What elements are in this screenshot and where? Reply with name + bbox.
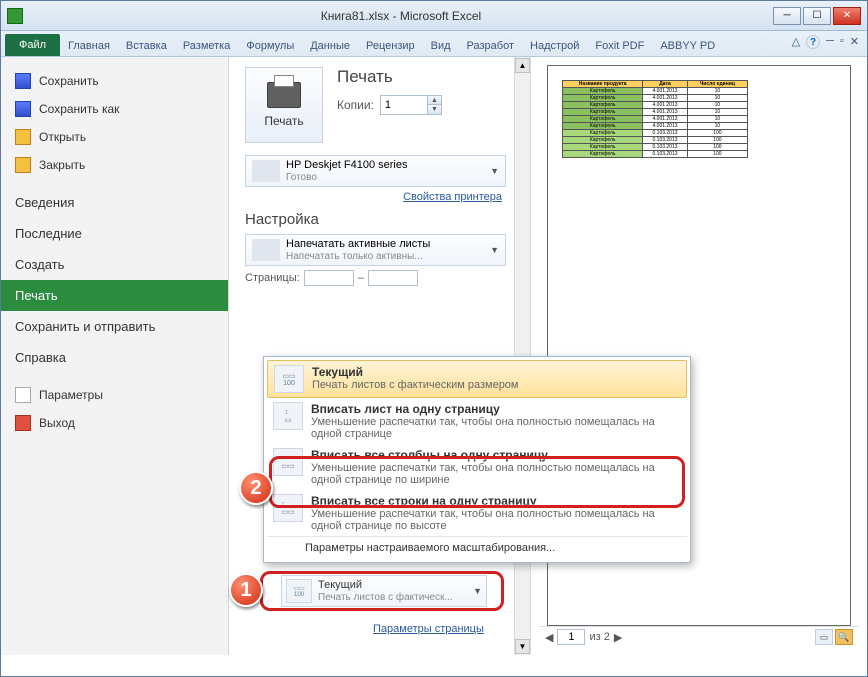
- open-icon: [15, 129, 31, 145]
- scale-actual-icon: ▭▭100: [286, 579, 312, 603]
- chevron-down-icon: ▼: [490, 166, 499, 176]
- spin-up[interactable]: ▲: [427, 96, 441, 105]
- tab-abbyy[interactable]: ABBYY PD: [652, 36, 723, 56]
- annotation-badge-1: 1: [229, 573, 263, 607]
- pages-range-row: Страницы: –: [245, 270, 506, 286]
- sidebar-info[interactable]: Сведения: [1, 187, 228, 218]
- scale-fit-columns-icon: ↔▭▭: [273, 448, 303, 476]
- tab-developer[interactable]: Разработ: [459, 36, 522, 56]
- copies-label: Копии:: [337, 98, 374, 112]
- sidebar-help[interactable]: Справка: [1, 342, 228, 373]
- tab-data[interactable]: Данные: [302, 36, 358, 56]
- scale-custom-link[interactable]: Параметры настраиваемого масштабирования…: [267, 536, 687, 559]
- tab-view[interactable]: Вид: [423, 36, 459, 56]
- page-number-input[interactable]: [557, 629, 585, 645]
- scale-option-fit-columns[interactable]: ↔▭▭ Вписать все столбцы на одну страницу…: [267, 444, 687, 490]
- page-setup-link[interactable]: Параметры страницы: [373, 623, 484, 635]
- window-title: Книга81.xlsx - Microsoft Excel: [29, 9, 773, 23]
- print-sheets-icon: [252, 239, 280, 261]
- chevron-down-icon: ▼: [490, 245, 499, 255]
- printer-properties-link[interactable]: Свойства принтера: [249, 191, 502, 203]
- chevron-down-icon: ▼: [473, 586, 482, 596]
- tab-file[interactable]: Файл: [5, 34, 60, 56]
- spin-down[interactable]: ▼: [427, 105, 441, 114]
- title-bar: Книга81.xlsx - Microsoft Excel ─ ☐ ✕: [1, 1, 867, 31]
- scale-option-actual[interactable]: ▭▭100 ТекущийПечать листов с фактическим…: [267, 360, 687, 398]
- ribbon-min-icon[interactable]: △: [792, 35, 800, 49]
- sidebar-recent[interactable]: Последние: [1, 218, 228, 249]
- sidebar-exit[interactable]: Выход: [1, 409, 228, 437]
- sidebar-share[interactable]: Сохранить и отправить: [1, 311, 228, 342]
- tab-home[interactable]: Главная: [60, 36, 118, 56]
- scroll-up-icon[interactable]: ▲: [515, 58, 530, 73]
- minimize-button[interactable]: ─: [773, 7, 801, 25]
- pages-from-input[interactable]: [304, 270, 354, 286]
- doc-restore-icon[interactable]: ▫: [840, 35, 844, 49]
- sidebar-saveas[interactable]: Сохранить как: [1, 95, 228, 123]
- preview-table: Название продуктаДатаЧисло единиц Картоф…: [562, 80, 748, 158]
- scroll-down-icon[interactable]: ▼: [515, 639, 530, 654]
- printer-device-icon: [252, 160, 280, 182]
- print-what-selector[interactable]: Напечатать активные листыНапечатать толь…: [245, 234, 506, 266]
- zoom-toggle[interactable]: 🔍: [835, 629, 853, 645]
- close-button[interactable]: ✕: [833, 7, 861, 25]
- sidebar-options[interactable]: Параметры: [1, 381, 228, 409]
- maximize-button[interactable]: ☐: [803, 7, 831, 25]
- print-button[interactable]: Печать: [245, 67, 323, 143]
- page-of-label: из 2: [589, 631, 609, 643]
- copies-spinner[interactable]: ▲▼: [380, 95, 442, 115]
- close-file-icon: [15, 157, 31, 173]
- save-icon: [15, 73, 31, 89]
- ribbon-tabs: Файл Главная Вставка Разметка Формулы Да…: [1, 31, 867, 57]
- scale-option-fit-rows[interactable]: ↕▭▭ Вписать все строки на одну страницуУ…: [267, 490, 687, 536]
- annotation-badge-2: 2: [239, 471, 273, 505]
- tab-insert[interactable]: Вставка: [118, 36, 175, 56]
- pages-to-input[interactable]: [368, 270, 418, 286]
- tab-foxit[interactable]: Foxit PDF: [587, 36, 652, 56]
- copies-input[interactable]: [381, 97, 427, 113]
- scale-fit-rows-icon: ↕▭▭: [273, 494, 303, 522]
- sidebar-new[interactable]: Создать: [1, 249, 228, 280]
- scaling-selector[interactable]: ▭▭100 ТекущийПечать листов с фактическ..…: [281, 575, 487, 607]
- sidebar-open[interactable]: Открыть: [1, 123, 228, 151]
- doc-close-icon[interactable]: ✕: [850, 35, 859, 49]
- app-icon: [7, 8, 23, 24]
- sidebar-save[interactable]: Сохранить: [1, 67, 228, 95]
- scaling-dropdown: ▭▭100 ТекущийПечать листов с фактическим…: [263, 356, 691, 563]
- scale-fit-sheet-icon: ↕▭: [273, 402, 303, 430]
- help-icon[interactable]: ?: [806, 35, 820, 49]
- page-navigator: ◀ из 2 ▶: [545, 629, 622, 645]
- doc-min-icon[interactable]: ─: [826, 35, 834, 49]
- print-heading: Печать: [337, 67, 442, 87]
- prev-page-icon[interactable]: ◀: [545, 631, 553, 644]
- scale-option-fit-sheet[interactable]: ↕▭ Вписать лист на одну страницуУменьшен…: [267, 398, 687, 444]
- sidebar-print[interactable]: Печать: [1, 280, 228, 311]
- tab-layout[interactable]: Разметка: [175, 36, 239, 56]
- options-icon: [15, 387, 31, 403]
- next-page-icon[interactable]: ▶: [614, 631, 622, 644]
- tab-review[interactable]: Рецензир: [358, 36, 423, 56]
- scale-actual-icon: ▭▭100: [274, 365, 304, 393]
- backstage-sidebar: Сохранить Сохранить как Открыть Закрыть …: [1, 57, 229, 655]
- tab-addins[interactable]: Надстрой: [522, 36, 587, 56]
- exit-icon: [15, 415, 31, 431]
- sidebar-close[interactable]: Закрыть: [1, 151, 228, 179]
- tab-formulas[interactable]: Формулы: [238, 36, 302, 56]
- settings-heading: Настройка: [245, 211, 506, 228]
- printer-selector[interactable]: HP Deskjet F4100 seriesГотово ▼: [245, 155, 506, 187]
- saveas-icon: [15, 101, 31, 117]
- printer-icon: [267, 82, 301, 108]
- margins-toggle[interactable]: ▭: [815, 629, 833, 645]
